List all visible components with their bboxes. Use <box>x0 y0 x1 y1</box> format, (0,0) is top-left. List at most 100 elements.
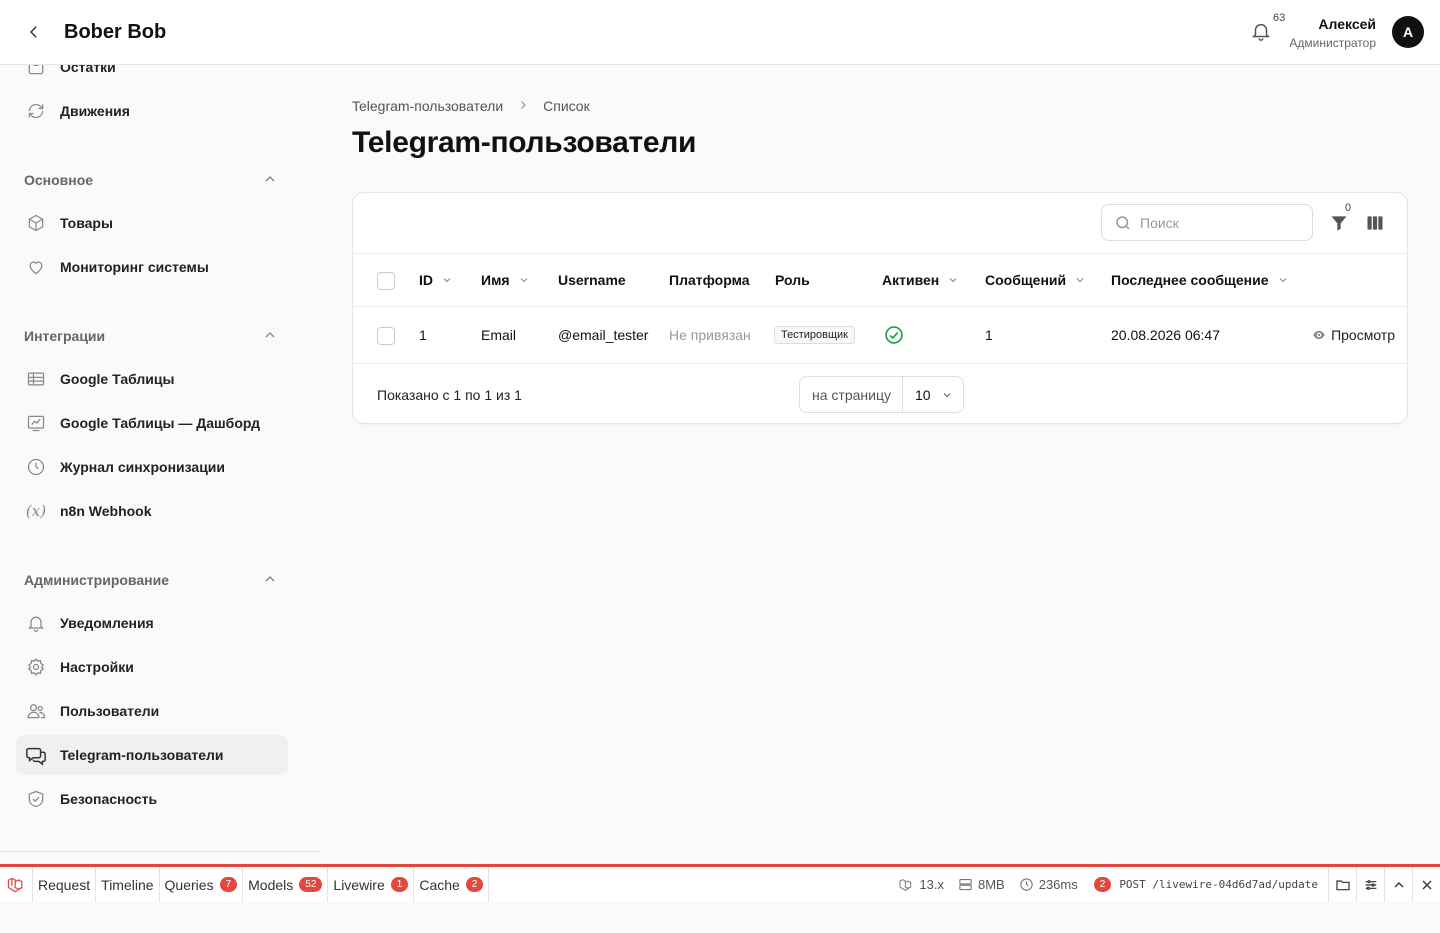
select-all-checkbox[interactable] <box>377 272 395 290</box>
sidebar-item-label: Мониторинг системы <box>60 259 209 275</box>
chart-icon <box>24 411 48 435</box>
filter-button[interactable] <box>1329 213 1349 233</box>
column-header-platform: Платформа <box>669 272 750 288</box>
column-header-messages[interactable]: Сообщений <box>985 272 1086 288</box>
debug-tab-models[interactable]: Models 52 <box>243 867 329 902</box>
per-page-value: 10 <box>915 386 931 403</box>
filter-icon <box>1331 216 1347 231</box>
version-stat: 13.x <box>898 877 944 893</box>
user-role: Администратор <box>1289 36 1376 50</box>
filter-count: 0 <box>1345 202 1352 214</box>
sidebar-item-security[interactable]: Безопасность <box>16 779 288 819</box>
refresh-icon <box>24 99 48 123</box>
sidebar-item-monitoring[interactable]: Мониторинг системы <box>16 247 288 287</box>
table-header: ID Имя Username Платформа Роль Активен С… <box>353 253 1407 307</box>
sidebar-item-stock[interactable]: Остатки <box>16 65 288 87</box>
settings-button[interactable] <box>1356 867 1384 902</box>
debug-tab-livewire[interactable]: Livewire 1 <box>328 867 415 902</box>
laravel-logo-button[interactable] <box>0 867 33 902</box>
search-box <box>1101 204 1313 241</box>
columns-button[interactable] <box>1365 213 1385 233</box>
laravel-logo-icon <box>7 877 23 892</box>
notifications-button[interactable] <box>1250 20 1274 44</box>
box-icon <box>24 65 48 79</box>
sidebar-item-products[interactable]: Товары <box>16 203 288 243</box>
column-header-name[interactable]: Имя <box>481 272 530 288</box>
request-url[interactable]: POST /livewire-04d6d7ad/update <box>1119 878 1318 891</box>
brand-title: Bober Bob <box>64 21 167 43</box>
debug-tab-request[interactable]: Request <box>33 867 97 902</box>
gear-icon <box>24 655 48 679</box>
chevron-down-icon <box>520 278 527 283</box>
bell-icon <box>1251 23 1271 41</box>
variable-icon: (x) <box>25 502 47 520</box>
sidebar-item-label: Настройки <box>60 659 134 675</box>
request-count-badge[interactable]: 2 <box>1093 877 1112 892</box>
breadcrumb-parent-link[interactable]: Telegram-пользователи <box>352 98 503 114</box>
count-badge: 1 <box>390 877 409 892</box>
chevron-up-icon <box>1394 881 1403 887</box>
close-button[interactable] <box>1412 867 1440 902</box>
sliders-icon <box>1365 879 1376 890</box>
minimize-button[interactable] <box>1384 867 1412 902</box>
column-label: Активен <box>882 272 940 288</box>
debug-tab-queries[interactable]: Queries 7 <box>160 867 244 902</box>
laravel-logo-icon <box>899 878 912 891</box>
users-icon <box>24 699 48 723</box>
cell-username: @email_tester <box>558 327 649 343</box>
clock-icon <box>1020 878 1033 891</box>
debug-tab-timeline[interactable]: Timeline <box>96 867 160 902</box>
column-header-active[interactable]: Активен <box>882 272 959 288</box>
open-folder-button[interactable] <box>1328 867 1356 902</box>
sidebar-item-label: Пользователи <box>60 703 160 719</box>
column-header-role: Роль <box>775 272 810 288</box>
chevron-down-icon <box>949 278 957 283</box>
pagination-summary: Показано с 1 по 1 из 1 <box>377 387 522 403</box>
debug-bar: Request Timeline Queries 7 Models 52 Livew… <box>0 864 1440 902</box>
chevron-down-icon <box>1076 278 1084 283</box>
group-title-admin: Администрирование <box>24 572 169 588</box>
cell-last-message: 20.08.2026 06:47 <box>1111 327 1220 343</box>
sidebar-item-label: Журнал синхронизации <box>60 459 226 475</box>
column-header-last-message[interactable]: Последнее сообщение <box>1111 272 1289 288</box>
row-checkbox[interactable] <box>377 327 395 345</box>
column-label: Username <box>558 272 626 288</box>
view-button[interactable]: Просмотр <box>1312 327 1395 343</box>
back-button[interactable] <box>22 20 46 44</box>
sidebar-item-users[interactable]: Пользователи <box>16 691 288 731</box>
sidebar-item-settings[interactable]: Настройки <box>16 647 288 687</box>
column-header-id[interactable]: ID <box>419 272 453 288</box>
memory-value: 8MB <box>977 877 1005 892</box>
heart-icon <box>24 255 48 279</box>
tab-label: Queries <box>164 876 214 893</box>
sidebar-item-sync-log[interactable]: Журнал синхронизации <box>16 447 288 487</box>
table-row: 1 Email @email_tester Не привязан Тестир… <box>353 307 1407 364</box>
sidebar-item-n8n-webhook[interactable]: (x) n8n Webhook <box>16 491 288 531</box>
cell-id: 1 <box>419 327 427 343</box>
cell-name: Email <box>481 327 517 343</box>
eye-icon <box>1313 330 1325 340</box>
sidebar-item-label: n8n Webhook <box>60 503 152 519</box>
search-input[interactable] <box>1140 214 1290 231</box>
sidebar-item-notifications[interactable]: Уведомления <box>16 603 288 643</box>
per-page-select[interactable]: 10 <box>903 387 963 403</box>
avatar[interactable]: A <box>1392 16 1424 48</box>
chevron-up-icon[interactable] <box>262 171 278 187</box>
breadcrumb: Telegram-пользователи Список <box>352 98 590 114</box>
column-label: Последнее сообщение <box>1111 272 1269 288</box>
column-label: Сообщений <box>985 272 1067 288</box>
cube-icon <box>24 211 48 235</box>
debug-tab-cache[interactable]: Cache 2 <box>414 867 490 902</box>
sidebar-item-label: Google Таблицы <box>60 371 175 387</box>
cell-messages: 1 <box>985 327 993 343</box>
sidebar-item-movements[interactable]: Движения <box>16 91 288 131</box>
chevron-up-icon[interactable] <box>262 571 278 587</box>
sidebar-item-google-sheets-dashboard[interactable]: Google Таблицы — Дашборд <box>16 403 288 443</box>
chevron-up-icon[interactable] <box>262 327 278 343</box>
sidebar-item-label: Уведомления <box>60 615 154 631</box>
chevron-down-icon <box>443 278 451 283</box>
tab-label: Timeline <box>101 876 154 893</box>
sidebar-item-google-sheets[interactable]: Google Таблицы <box>16 359 288 399</box>
sidebar-item-telegram-users[interactable]: Telegram-пользователи <box>16 735 288 775</box>
per-page-label: на страницу <box>800 377 903 412</box>
